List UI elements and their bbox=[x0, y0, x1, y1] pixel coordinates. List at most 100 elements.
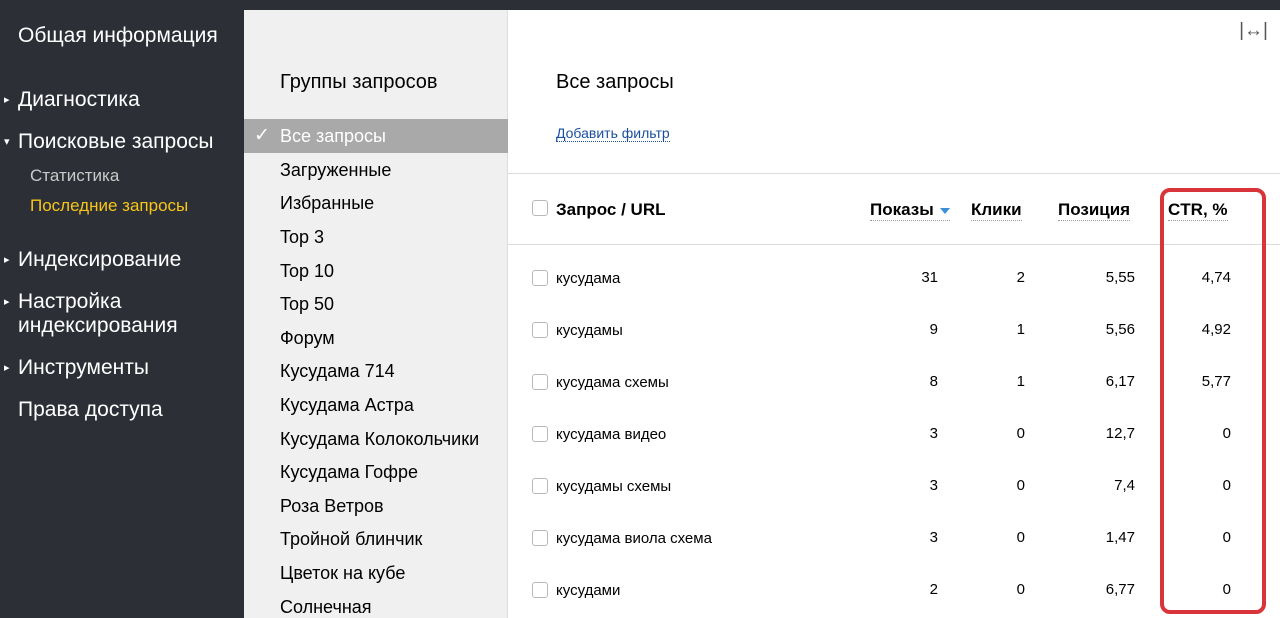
group-item[interactable]: Форум bbox=[244, 321, 508, 355]
caret-right-icon: ▸ bbox=[4, 362, 10, 374]
table-row[interactable]: кусудама виола схема 3 0 1,47 0 bbox=[508, 512, 1280, 564]
sidebar-item-label: Индексирование bbox=[18, 248, 182, 271]
group-item[interactable]: Цветок на кубе bbox=[244, 556, 508, 590]
ctr-value: 4,92 bbox=[1201, 321, 1231, 338]
position-value: 1,47 bbox=[1105, 529, 1135, 546]
divider bbox=[508, 173, 1280, 174]
column-header-clicks[interactable]: Клики bbox=[971, 200, 1022, 221]
row-checkbox[interactable] bbox=[532, 478, 548, 494]
check-icon: ✓ bbox=[254, 125, 270, 146]
group-item[interactable]: Кусудама Астра bbox=[244, 388, 508, 422]
caret-right-icon: ▸ bbox=[4, 296, 10, 308]
column-header-shows[interactable]: Показы bbox=[870, 200, 950, 221]
ctr-value: 0 bbox=[1222, 477, 1231, 494]
caret-right-icon: ▸ bbox=[4, 94, 10, 106]
expand-width-icon[interactable]: |↔| bbox=[1239, 20, 1268, 42]
position-value: 12,7 bbox=[1105, 425, 1135, 442]
query-text[interactable]: кусудамы схемы bbox=[556, 478, 671, 496]
query-text[interactable]: кусудама видео bbox=[556, 426, 666, 444]
table-row[interactable]: кусудама видео 3 0 12,7 0 bbox=[508, 408, 1280, 460]
column-header-position[interactable]: Позиция bbox=[1058, 200, 1131, 221]
group-item[interactable]: Избранные bbox=[244, 186, 508, 220]
ctr-value: 0 bbox=[1222, 425, 1231, 442]
ctr-value: 0 bbox=[1222, 529, 1231, 546]
groups-title: Группы запросов bbox=[280, 71, 438, 93]
sidebar-item-label: Общая информация bbox=[18, 24, 218, 47]
sidebar-subitem-statistics[interactable]: Статистика bbox=[30, 166, 119, 186]
clicks-value: 1 bbox=[1016, 373, 1025, 390]
shows-value: 31 bbox=[921, 269, 938, 286]
caret-right-icon: ▸ bbox=[4, 254, 10, 266]
add-filter-link[interactable]: Добавить фильтр bbox=[556, 125, 670, 142]
row-checkbox[interactable] bbox=[532, 582, 548, 598]
clicks-value: 2 bbox=[1016, 269, 1025, 286]
group-item[interactable]: Солнечная bbox=[244, 590, 508, 618]
ctr-value: 5,77 bbox=[1201, 373, 1231, 390]
sidebar-item-diagnostics[interactable]: ▸ Диагностика bbox=[4, 88, 140, 112]
clicks-value: 0 bbox=[1016, 581, 1025, 598]
column-header-query[interactable]: Запрос / URL bbox=[556, 200, 665, 220]
group-item[interactable]: Кусудама Гофре bbox=[244, 455, 508, 489]
sidebar-item-label: Инструменты bbox=[18, 356, 149, 379]
group-item[interactable]: Тройной блинчик bbox=[244, 522, 508, 556]
shows-value: 3 bbox=[929, 477, 938, 494]
position-value: 5,55 bbox=[1105, 269, 1135, 286]
position-value: 6,17 bbox=[1105, 373, 1135, 390]
group-item[interactable]: Кусудама Колокольчики bbox=[244, 422, 508, 456]
position-value: 6,77 bbox=[1105, 581, 1135, 598]
row-checkbox[interactable] bbox=[532, 426, 548, 442]
group-item[interactable]: Top 50 bbox=[244, 287, 508, 321]
sidebar-item-access-rights[interactable]: Права доступа bbox=[18, 398, 163, 422]
clicks-value: 1 bbox=[1016, 321, 1025, 338]
group-item[interactable]: Кусудама 714 bbox=[244, 354, 508, 388]
group-item[interactable]: Загруженные bbox=[244, 153, 508, 187]
table-row[interactable]: кусудами 2 0 6,77 0 bbox=[508, 564, 1280, 616]
sidebar-item-label: Диагностика bbox=[18, 88, 140, 111]
column-header-ctr[interactable]: CTR, % bbox=[1168, 200, 1228, 221]
group-item[interactable]: Роза Ветров bbox=[244, 489, 508, 523]
row-checkbox[interactable] bbox=[532, 270, 548, 286]
caret-down-icon: ▾ bbox=[4, 136, 10, 148]
group-item-label: Все запросы bbox=[280, 126, 386, 146]
position-value: 5,56 bbox=[1105, 321, 1135, 338]
clicks-value: 0 bbox=[1016, 529, 1025, 546]
shows-value: 9 bbox=[929, 321, 938, 338]
query-text[interactable]: кусудама схемы bbox=[556, 374, 669, 392]
sidebar-item-label: Настройка индексирования bbox=[18, 290, 178, 337]
sidebar-item-tools[interactable]: ▸ Инструменты bbox=[4, 356, 149, 380]
group-item-all[interactable]: ✓ Все запросы bbox=[244, 119, 508, 153]
query-text[interactable]: кусудама bbox=[556, 270, 620, 288]
query-text[interactable]: кусудамы bbox=[556, 322, 623, 340]
shows-value: 2 bbox=[929, 581, 938, 598]
table-row[interactable]: кусудама 31 2 5,55 4,74 bbox=[508, 252, 1280, 304]
select-all-checkbox[interactable] bbox=[532, 200, 548, 216]
row-checkbox[interactable] bbox=[532, 530, 548, 546]
sidebar-item-indexing[interactable]: ▸ Индексирование bbox=[4, 248, 182, 272]
query-groups-panel: Группы запросов ✓ Все запросы Загруженны… bbox=[244, 10, 508, 618]
sidebar-item-search-queries[interactable]: ▾ Поисковые запросы bbox=[4, 130, 214, 154]
group-item[interactable]: Top 3 bbox=[244, 220, 508, 254]
sidebar-nav: Общая информация ▸ Диагностика ▾ Поисков… bbox=[0, 10, 244, 618]
clicks-value: 0 bbox=[1016, 477, 1025, 494]
divider bbox=[508, 244, 1280, 245]
group-item[interactable]: Top 10 bbox=[244, 254, 508, 288]
table-row[interactable]: кусудамы схемы 3 0 7,4 0 bbox=[508, 460, 1280, 512]
sidebar-item-general-info[interactable]: Общая информация bbox=[18, 24, 228, 48]
ctr-value: 4,74 bbox=[1201, 269, 1231, 286]
sidebar-subitem-recent-queries[interactable]: Последние запросы bbox=[30, 196, 188, 216]
table-row[interactable]: кусудамы 9 1 5,56 4,92 bbox=[508, 304, 1280, 356]
queries-panel: |↔| Все запросы Добавить фильтр Запрос /… bbox=[508, 10, 1280, 618]
query-text[interactable]: кусудами bbox=[556, 582, 620, 600]
row-checkbox[interactable] bbox=[532, 322, 548, 338]
shows-value: 3 bbox=[929, 425, 938, 442]
column-header-label: Показы bbox=[870, 200, 934, 219]
sidebar-item-indexing-settings[interactable]: ▸ Настройка индексирования bbox=[4, 290, 218, 338]
page-title: Все запросы bbox=[556, 71, 674, 93]
sort-desc-icon bbox=[939, 207, 950, 214]
ctr-value: 0 bbox=[1222, 581, 1231, 598]
row-checkbox[interactable] bbox=[532, 374, 548, 390]
shows-value: 8 bbox=[929, 373, 938, 390]
query-text[interactable]: кусудама виола схема bbox=[556, 530, 712, 548]
table-row[interactable]: кусудама схемы 8 1 6,17 5,77 bbox=[508, 356, 1280, 408]
sidebar-item-label: Права доступа bbox=[18, 398, 163, 421]
